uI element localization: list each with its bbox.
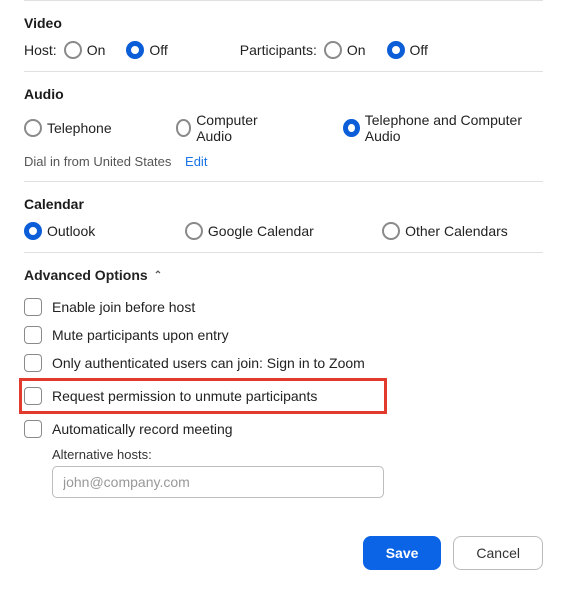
calendar-outlook-radio[interactable] bbox=[24, 222, 42, 240]
calendar-google-option[interactable]: Google Calendar bbox=[185, 222, 366, 240]
alternative-hosts-input[interactable] bbox=[52, 466, 384, 498]
advanced-section: Advanced Options ⌃ Enable join before ho… bbox=[24, 252, 543, 510]
advanced-options-toggle[interactable]: Advanced Options ⌃ bbox=[24, 267, 162, 283]
audio-both-option[interactable]: Telephone and Computer Audio bbox=[343, 112, 527, 144]
auth-only-row: Only authenticated users can join: Sign … bbox=[24, 349, 543, 377]
participants-off-radio[interactable] bbox=[387, 41, 405, 59]
mute-on-entry-row: Mute participants upon entry bbox=[24, 321, 543, 349]
calendar-title: Calendar bbox=[24, 196, 543, 212]
audio-both-label: Telephone and Computer Audio bbox=[365, 112, 527, 144]
audio-both-radio[interactable] bbox=[343, 119, 360, 137]
host-off-option[interactable]: Off bbox=[126, 41, 167, 59]
audio-options-row: Telephone Computer Audio Telephone and C… bbox=[24, 112, 543, 144]
footer-actions: Save Cancel bbox=[24, 536, 543, 570]
host-on-label: On bbox=[87, 42, 106, 58]
request-unmute-label: Request permission to unmute participant… bbox=[52, 388, 317, 404]
calendar-other-option[interactable]: Other Calendars bbox=[382, 222, 527, 240]
participants-off-option[interactable]: Off bbox=[387, 41, 428, 59]
advanced-options-list: Enable join before host Mute participant… bbox=[24, 293, 543, 498]
dial-in-text: Dial in from United States bbox=[24, 154, 171, 169]
participants-on-radio[interactable] bbox=[324, 41, 342, 59]
alternative-hosts-block: Alternative hosts: bbox=[52, 447, 543, 498]
host-on-option[interactable]: On bbox=[64, 41, 106, 59]
join-before-host-checkbox[interactable] bbox=[24, 298, 42, 316]
calendar-outlook-label: Outlook bbox=[47, 223, 95, 239]
calendar-section: Calendar Outlook Google Calendar Other C… bbox=[24, 181, 543, 252]
participants-label: Participants: bbox=[240, 42, 317, 58]
host-on-radio[interactable] bbox=[64, 41, 82, 59]
auto-record-row: Automatically record meeting bbox=[24, 415, 543, 443]
calendar-other-label: Other Calendars bbox=[405, 223, 508, 239]
highlight-annotation: Request permission to unmute participant… bbox=[19, 378, 387, 414]
join-before-host-label: Enable join before host bbox=[52, 299, 195, 315]
auto-record-label: Automatically record meeting bbox=[52, 421, 233, 437]
request-unmute-checkbox[interactable] bbox=[24, 387, 42, 405]
save-button[interactable]: Save bbox=[363, 536, 442, 570]
audio-section: Audio Telephone Computer Audio Telephone… bbox=[24, 71, 543, 181]
audio-telephone-option[interactable]: Telephone bbox=[24, 112, 112, 144]
participants-off-label: Off bbox=[410, 42, 428, 58]
auto-record-checkbox[interactable] bbox=[24, 420, 42, 438]
calendar-google-radio[interactable] bbox=[185, 222, 203, 240]
host-label: Host: bbox=[24, 42, 57, 58]
calendar-other-radio[interactable] bbox=[382, 222, 400, 240]
alternative-hosts-label: Alternative hosts: bbox=[52, 447, 543, 462]
participants-on-option[interactable]: On bbox=[324, 41, 366, 59]
mute-on-entry-label: Mute participants upon entry bbox=[52, 327, 229, 343]
audio-telephone-label: Telephone bbox=[47, 120, 112, 136]
request-unmute-row: Request permission to unmute participant… bbox=[24, 385, 378, 407]
host-video-group: Host: On Off bbox=[24, 41, 184, 59]
auth-only-label: Only authenticated users can join: Sign … bbox=[52, 355, 365, 371]
join-before-host-row: Enable join before host bbox=[24, 293, 543, 321]
dial-in-edit-link[interactable]: Edit bbox=[185, 154, 207, 169]
calendar-options-row: Outlook Google Calendar Other Calendars bbox=[24, 222, 543, 240]
auth-only-checkbox[interactable] bbox=[24, 354, 42, 372]
video-options-row: Host: On Off Participants: On Off bbox=[24, 41, 543, 59]
audio-title: Audio bbox=[24, 86, 543, 102]
audio-computer-option[interactable]: Computer Audio bbox=[176, 112, 280, 144]
video-title: Video bbox=[24, 15, 543, 31]
host-off-label: Off bbox=[149, 42, 167, 58]
participants-video-group: Participants: On Off bbox=[240, 41, 444, 59]
participants-on-label: On bbox=[347, 42, 366, 58]
dial-in-row: Dial in from United States Edit bbox=[24, 154, 543, 169]
advanced-title: Advanced Options bbox=[24, 267, 148, 283]
calendar-outlook-option[interactable]: Outlook bbox=[24, 222, 169, 240]
cancel-button[interactable]: Cancel bbox=[453, 536, 543, 570]
calendar-google-label: Google Calendar bbox=[208, 223, 314, 239]
video-section: Video Host: On Off Participants: On Off bbox=[24, 0, 543, 71]
mute-on-entry-checkbox[interactable] bbox=[24, 326, 42, 344]
audio-telephone-radio[interactable] bbox=[24, 119, 42, 137]
audio-computer-label: Computer Audio bbox=[196, 112, 279, 144]
host-off-radio[interactable] bbox=[126, 41, 144, 59]
chevron-up-icon: ⌃ bbox=[154, 270, 162, 281]
audio-computer-radio[interactable] bbox=[176, 119, 192, 137]
